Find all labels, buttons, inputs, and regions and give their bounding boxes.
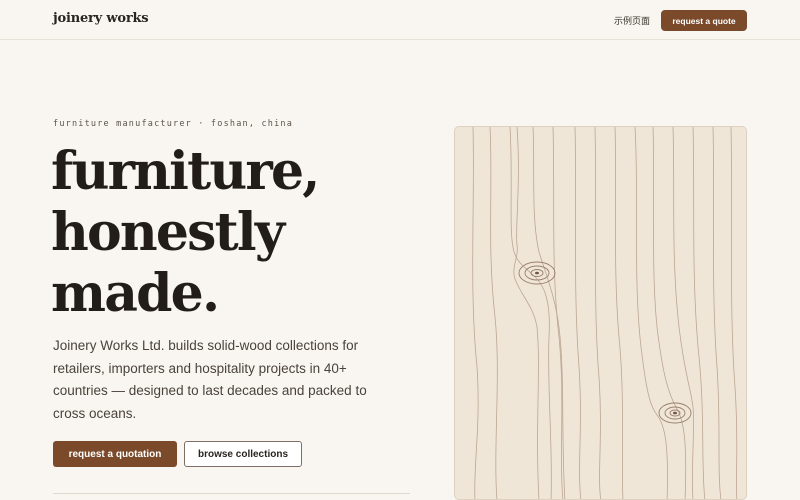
request-quotation-button[interactable]: request a quotation — [53, 441, 177, 467]
browse-collections-button[interactable]: browse collections — [184, 441, 302, 467]
headline-line-3: made. — [51, 263, 220, 324]
hero-eyebrow: furniture manufacturer · foshan, china — [53, 119, 294, 129]
hero-headline: furniture, honestly made. — [51, 141, 411, 324]
nav-link-sample-page[interactable]: 示例页面 — [614, 14, 650, 27]
top-nav: joinery works 示例页面 request a quote — [0, 0, 800, 40]
hero-description: Joinery Works Ltd. builds solid-wood col… — [53, 338, 367, 421]
brand-logo[interactable]: joinery works — [53, 11, 149, 26]
headline-line-1: furniture, — [51, 141, 320, 202]
wood-grain-illustration — [454, 126, 747, 500]
headline-line-2: honestly — [51, 202, 285, 263]
section-divider — [53, 493, 410, 494]
request-quote-button[interactable]: request a quote — [661, 10, 747, 31]
wood-grain-icon — [472, 127, 738, 499]
